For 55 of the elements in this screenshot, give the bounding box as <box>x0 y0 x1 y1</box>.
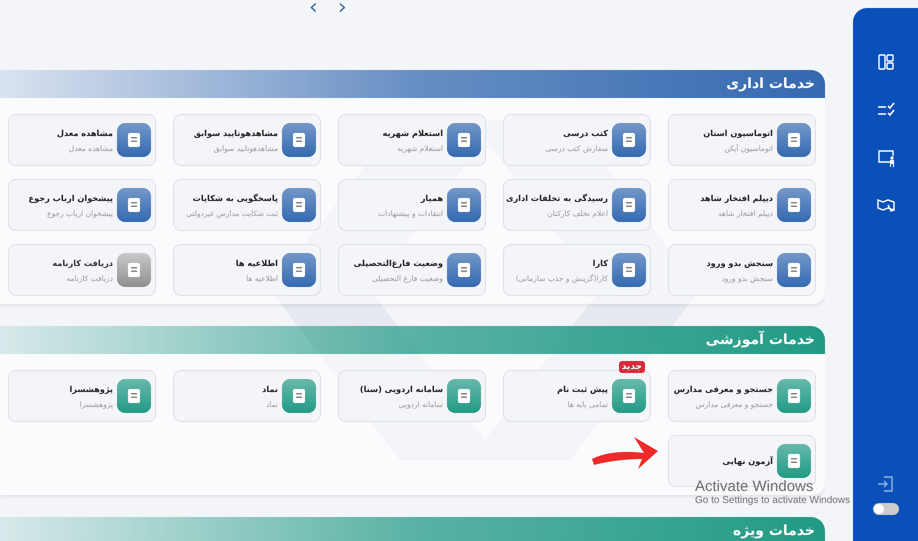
checklist-icon[interactable] <box>876 101 894 119</box>
layout-icon[interactable] <box>876 53 894 71</box>
toggle-switch[interactable] <box>872 503 898 515</box>
document-icon <box>117 188 151 222</box>
document-icon <box>447 379 481 413</box>
next-button[interactable]: › <box>334 0 351 16</box>
card-title: رسیدگی به تخلفات اداری <box>508 192 608 202</box>
document-icon <box>612 123 646 157</box>
card-title: کتب درسی <box>562 128 608 138</box>
card-title: مشاهدهوتایید سوابق <box>194 128 278 138</box>
document-icon <box>612 253 646 287</box>
document-icon <box>777 379 811 413</box>
card-title: پیش ثبت نام <box>557 384 608 394</box>
card-title: استعلام شهریه <box>382 128 443 138</box>
card-title: پاسخگویی به شکایات <box>192 192 278 202</box>
card-title: اتوماسیون استان <box>703 128 773 138</box>
card-title: سنجش بدو ورود <box>706 258 773 268</box>
previous-button[interactable]: ‹ <box>305 0 322 16</box>
document-icon <box>447 188 481 222</box>
document-icon <box>282 379 316 413</box>
card-title: همیار <box>419 192 443 202</box>
card-title: مشاهده معدل <box>56 128 113 138</box>
document-icon <box>612 188 646 222</box>
document-icon <box>777 123 811 157</box>
map-icon[interactable] <box>876 197 894 215</box>
document-icon <box>282 253 316 287</box>
card-title: جستجو و معرفی مدارس <box>674 384 773 394</box>
document-icon <box>777 253 811 287</box>
new-badge: جدید <box>618 361 645 373</box>
document-icon <box>282 188 316 222</box>
card-title: وضعیت فارغ‌التحصیلی <box>354 258 443 268</box>
document-icon <box>117 379 151 413</box>
card-title: دیپلم افتخار شاهد <box>700 192 773 202</box>
document-icon <box>777 188 811 222</box>
card-title: نماد <box>262 384 278 394</box>
document-icon <box>447 253 481 287</box>
document-icon <box>447 123 481 157</box>
section-title: خدمات اداری <box>726 76 815 92</box>
card-title: دریافت کارنامه <box>52 258 113 268</box>
card-title: پژوهشسرا <box>70 384 113 394</box>
document-icon <box>777 444 811 478</box>
document-icon <box>612 379 646 413</box>
activation-text: Go to Settings to activate Windows <box>695 495 850 506</box>
logout-icon[interactable] <box>876 475 894 493</box>
card-title: اطلاعیه ها <box>236 258 278 268</box>
document-icon <box>282 123 316 157</box>
card-title: سامانه اردویی (سنا) <box>360 384 443 394</box>
section-title: خدمات آموزشی <box>706 332 815 348</box>
section-title: خدمات ویژه <box>733 523 815 539</box>
document-icon <box>117 253 151 287</box>
document-icon <box>117 123 151 157</box>
card-title: آزمون نهایی <box>722 456 773 466</box>
card-title: پیشخوان ارباب رجوع <box>28 192 113 202</box>
card-title: کارا <box>592 258 608 268</box>
presentation-icon[interactable] <box>876 149 894 167</box>
